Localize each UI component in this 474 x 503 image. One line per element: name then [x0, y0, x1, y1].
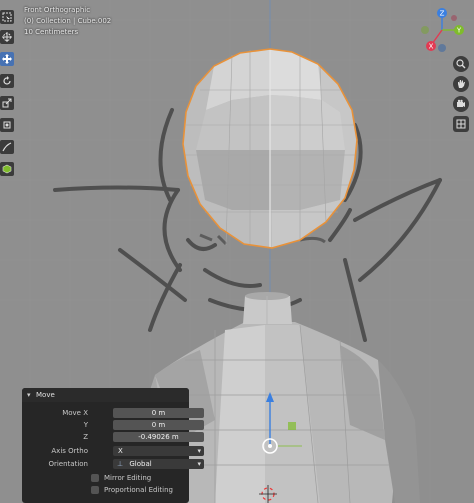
chevron-down-icon: ▾	[197, 447, 201, 455]
gizmo-y-label: Y	[456, 27, 462, 35]
annotate-icon[interactable]	[0, 140, 14, 154]
collection-path-label: (0) Collection | Cube.002	[24, 17, 112, 25]
last-operator-panel: ▾ Move Move X 0 m Y 0 m Z -0.49026 m Axi…	[22, 388, 204, 503]
chevron-down-icon[interactable]: ▾	[27, 391, 31, 399]
pan-hand-icon[interactable]	[453, 76, 469, 92]
add-cube-icon[interactable]	[0, 162, 14, 176]
orientation-icon: ⊥	[117, 460, 124, 468]
panel-header[interactable]: ▾ Move	[22, 388, 189, 402]
proportional-editing-label: Proportional Editing	[104, 486, 173, 494]
view-name-label: Front Orthographic	[24, 6, 91, 14]
gizmo-x-label: X	[429, 43, 434, 51]
grid-perspective-icon[interactable]	[453, 116, 469, 132]
scale-icon[interactable]	[0, 96, 14, 110]
camera-icon[interactable]	[453, 96, 469, 112]
transform-icon[interactable]	[0, 118, 14, 132]
move-z-label: Z	[83, 433, 88, 441]
move-x-label: Move X	[62, 409, 88, 417]
move-z-field[interactable]: -0.49026 m	[113, 432, 204, 442]
rotate-icon[interactable]	[0, 74, 14, 88]
move-y-field[interactable]: 0 m	[113, 420, 204, 430]
move-icon[interactable]	[0, 52, 14, 66]
axis-ortho-value: X	[118, 447, 123, 455]
navigation-gizmo[interactable]: Z Y X	[416, 6, 468, 58]
axis-ortho-dropdown[interactable]: X ▾	[113, 446, 204, 456]
mirror-editing-checkbox[interactable]	[91, 474, 99, 482]
gizmo-z-label: Z	[440, 10, 445, 18]
cursor-icon[interactable]	[0, 30, 14, 44]
mirror-editing-label: Mirror Editing	[104, 474, 152, 482]
move-x-field[interactable]: 0 m	[113, 408, 204, 418]
zoom-icon[interactable]	[453, 56, 469, 72]
panel-title: Move	[36, 391, 55, 399]
axis-ortho-label: Axis Ortho	[51, 447, 88, 455]
orientation-value: Global	[129, 460, 152, 468]
orientation-dropdown[interactable]: ⊥ Global ▾	[113, 459, 204, 469]
proportional-editing-row[interactable]: Proportional Editing	[91, 485, 173, 495]
move-y-label: Y	[83, 421, 88, 429]
orientation-label: Orientation	[48, 460, 88, 468]
tool-shelf	[0, 0, 14, 200]
grid-scale-label: 10 Centimeters	[24, 28, 79, 36]
select-box-icon[interactable]	[0, 10, 14, 24]
mirror-editing-row[interactable]: Mirror Editing	[91, 473, 151, 483]
proportional-editing-checkbox[interactable]	[91, 486, 99, 494]
chevron-down-icon: ▾	[197, 460, 201, 468]
